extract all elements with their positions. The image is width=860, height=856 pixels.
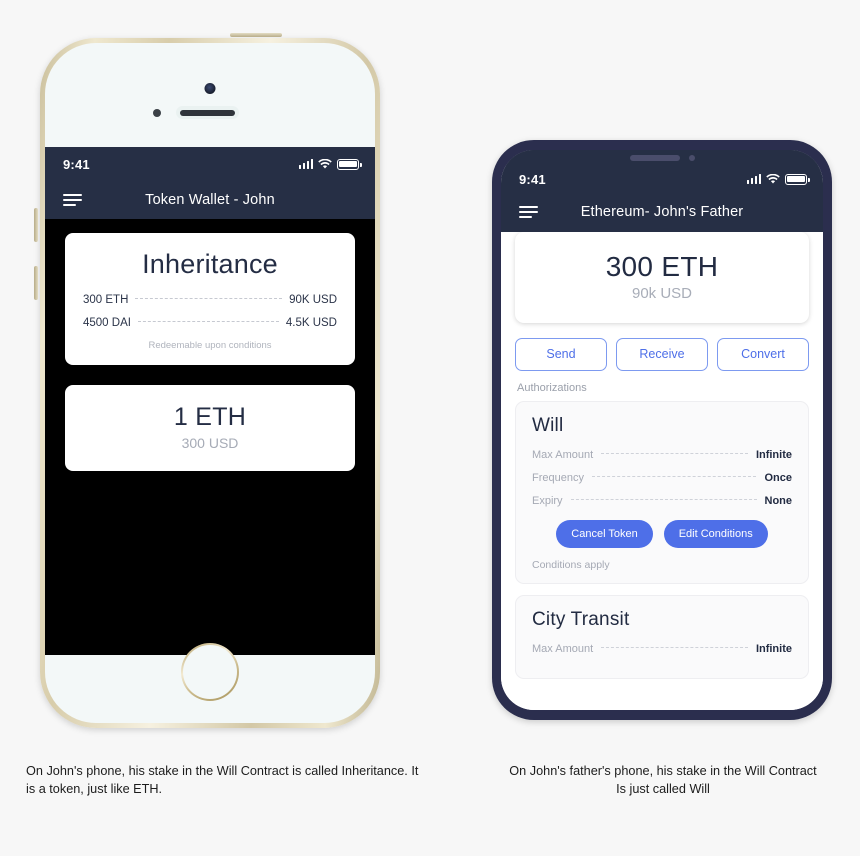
authorization-button-row: Cancel Token Edit Conditions xyxy=(532,520,792,548)
row-value: 90K USD xyxy=(289,294,337,306)
eth-amount: 1 ETH xyxy=(173,403,247,431)
battery-icon xyxy=(785,173,810,185)
row-key: Frequency xyxy=(532,472,584,484)
left-status-bar: 9:41 xyxy=(45,147,375,181)
row-value: Infinite xyxy=(755,449,792,461)
right-phone-screen: 9:41 Ethereum- John's Father 300 ETH 90k… xyxy=(501,150,823,710)
status-icons xyxy=(298,158,362,170)
inheritance-note: Redeemable upon conditions xyxy=(148,340,272,351)
home-button[interactable] xyxy=(181,643,239,701)
row-key: 300 ETH xyxy=(83,294,129,306)
inheritance-title: Inheritance xyxy=(142,249,278,279)
iphone-device-right: 9:41 Ethereum- John's Father 300 ETH 90k… xyxy=(492,140,832,720)
status-icons xyxy=(746,173,810,185)
left-header: 9:41 Token Wallet - John xyxy=(45,147,375,219)
right-app-content: 300 ETH 90k USD Send Receive Convert Aut… xyxy=(501,232,823,710)
signal-icon xyxy=(298,159,313,169)
right-nav-bar: Ethereum- John's Father xyxy=(501,192,823,232)
illustration-canvas: 9:41 Token Wallet - John Inheritance 300… xyxy=(0,0,860,856)
authorization-card-will[interactable]: Will Max Amount Infinite Frequency Once … xyxy=(515,401,809,584)
right-header: 9:41 Ethereum- John's Father xyxy=(501,150,823,232)
row-key: 4500 DAI xyxy=(83,317,131,329)
auth-row-frequency: Frequency Once xyxy=(532,472,792,484)
earpiece-speaker-icon xyxy=(629,155,680,161)
left-page-title: Token Wallet - John xyxy=(145,192,275,208)
row-key: Expiry xyxy=(532,495,563,507)
authorization-title: Will xyxy=(532,415,564,436)
conditions-note: Conditions apply xyxy=(532,559,610,571)
inheritance-card[interactable]: Inheritance 300 ETH 90K USD 4500 DAI 4.5… xyxy=(65,233,355,365)
iphone-se-device-left: 9:41 Token Wallet - John Inheritance 300… xyxy=(34,33,380,728)
power-button[interactable] xyxy=(230,33,282,37)
proximity-sensor-icon xyxy=(153,109,161,117)
volume-down-button[interactable] xyxy=(34,266,38,300)
front-camera-icon xyxy=(688,155,695,161)
edit-conditions-button[interactable]: Edit Conditions xyxy=(663,520,768,548)
auth-row-max-amount: Max Amount Infinite xyxy=(532,643,792,655)
wifi-icon xyxy=(766,173,780,184)
dotted-leader xyxy=(135,298,283,299)
dotted-leader xyxy=(591,476,757,477)
caption-right: On John's father's phone, his stake in t… xyxy=(509,764,817,797)
row-value: Infinite xyxy=(755,643,792,655)
hamburger-menu-icon[interactable] xyxy=(519,205,538,219)
send-button[interactable]: Send xyxy=(515,338,607,371)
signal-icon xyxy=(746,174,761,184)
receive-button[interactable]: Receive xyxy=(616,338,708,371)
row-key: Max Amount xyxy=(532,643,594,655)
left-phone-screen: 9:41 Token Wallet - John Inheritance 300… xyxy=(45,147,375,655)
front-camera-icon xyxy=(204,83,216,94)
convert-button[interactable]: Convert xyxy=(717,338,809,371)
eth-balance-card[interactable]: 1 ETH 300 USD xyxy=(65,385,355,471)
authorizations-section-label: Authorizations xyxy=(517,382,587,394)
action-button-row: Send Receive Convert xyxy=(515,338,809,371)
dotted-leader xyxy=(601,453,748,454)
battery-icon xyxy=(337,158,362,170)
wifi-icon xyxy=(318,158,332,169)
device-body: 9:41 Token Wallet - John Inheritance 300… xyxy=(45,43,375,723)
row-key: Max Amount xyxy=(532,449,594,461)
right-status-bar: 9:41 xyxy=(501,166,823,192)
status-time: 9:41 xyxy=(63,156,90,172)
balance-card[interactable]: 300 ETH 90k USD xyxy=(515,232,809,323)
volume-up-button[interactable] xyxy=(34,208,38,242)
auth-row-max-amount: Max Amount Infinite xyxy=(532,449,792,461)
cancel-token-button[interactable]: Cancel Token xyxy=(556,520,653,548)
dotted-leader xyxy=(137,321,279,322)
authorization-card-city-transit[interactable]: City Transit Max Amount Infinite xyxy=(515,595,809,679)
right-page-title: Ethereum- John's Father xyxy=(580,204,744,220)
left-nav-bar: Token Wallet - John xyxy=(45,181,375,219)
left-app-content: Inheritance 300 ETH 90K USD 4500 DAI 4.5… xyxy=(45,219,375,655)
row-value: None xyxy=(764,495,793,507)
dotted-leader xyxy=(570,499,757,500)
auth-row-expiry: Expiry None xyxy=(532,495,792,507)
inheritance-row-dai: 4500 DAI 4.5K USD xyxy=(83,317,337,329)
hamburger-menu-icon[interactable] xyxy=(63,193,82,207)
dotted-leader xyxy=(601,647,748,648)
balance-amount: 300 ETH xyxy=(605,251,719,282)
balance-usd-value: 90k USD xyxy=(631,285,693,302)
authorization-title: City Transit xyxy=(532,609,630,630)
eth-usd-value: 300 USD xyxy=(181,435,239,451)
row-value: Once xyxy=(764,472,792,484)
row-value: 4.5K USD xyxy=(285,317,337,329)
status-time: 9:41 xyxy=(519,171,546,187)
caption-left: On John's phone, his stake in the Will C… xyxy=(26,764,419,797)
earpiece-speaker xyxy=(176,106,239,119)
inheritance-row-eth: 300 ETH 90K USD xyxy=(83,294,337,306)
notch-area xyxy=(501,150,823,166)
